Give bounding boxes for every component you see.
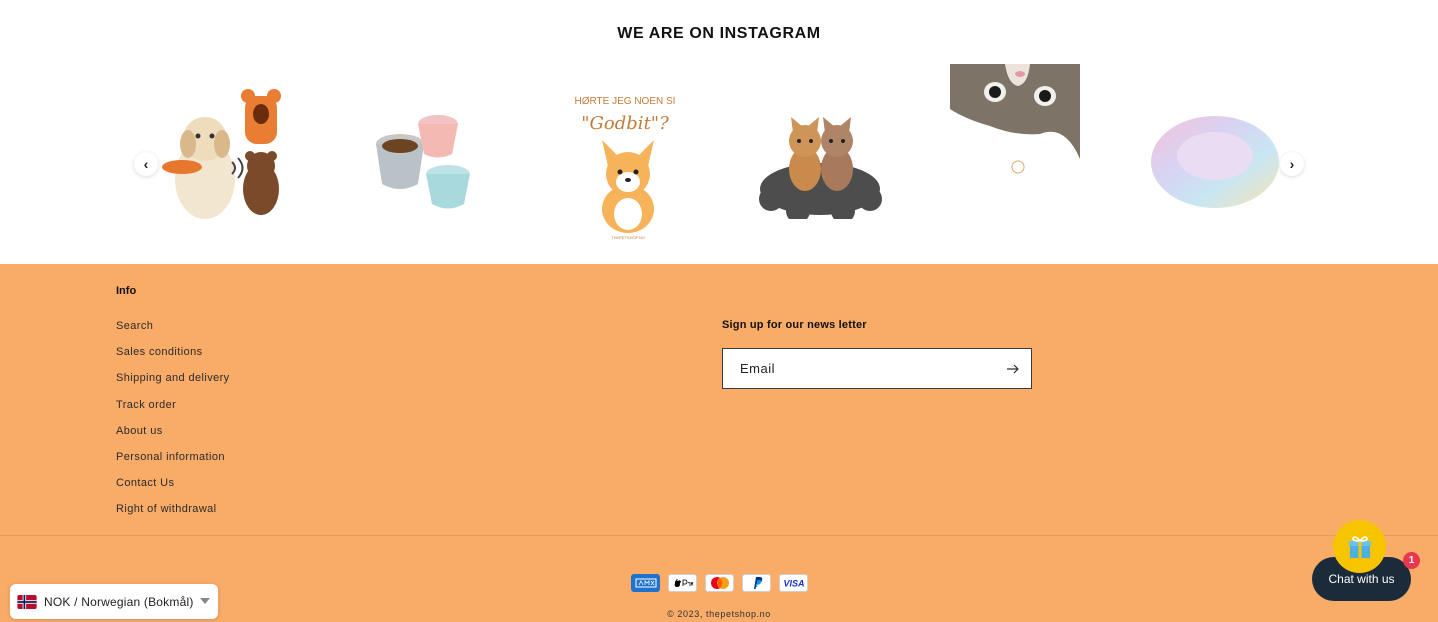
instagram-section: WE ARE ON INSTAGRAM ‹ › HØRTE JEG NOEN S…: [0, 0, 1438, 264]
chevron-down-icon: [200, 598, 210, 604]
chat-notification-badge: 1: [1403, 552, 1420, 569]
list-item: Sales conditions: [116, 346, 230, 372]
visa-icon: VISA: [779, 574, 808, 592]
paypal-icon: [742, 574, 771, 592]
currency-label: NOK / Norwegian (Bokmål): [44, 594, 194, 609]
payment-methods: VISA: [631, 574, 808, 592]
footer-link-right-of-withdrawal[interactable]: Right of withdrawal: [116, 503, 217, 515]
site-footer: Info Search Sales conditions Shipping an…: [0, 264, 1438, 622]
footer-link-shipping-delivery[interactable]: Shipping and delivery: [116, 372, 230, 384]
godbit-credit-text: THEPETSHOP.NO: [611, 235, 645, 240]
list-item: Shipping and delivery: [116, 372, 230, 398]
list-item: Personal information: [116, 451, 230, 477]
gift-icon[interactable]: [1333, 520, 1386, 573]
godbit-text-line2: "Godbit"?: [581, 113, 669, 134]
info-links-list: Search Sales conditions Shipping and del…: [116, 320, 230, 530]
chat-label: Chat with us: [1328, 572, 1395, 586]
kittens-on-paw-mat-image[interactable]: [750, 64, 890, 254]
footer-link-search[interactable]: Search: [116, 320, 153, 332]
footer-link-personal-information[interactable]: Personal information: [116, 451, 225, 463]
godbit-text-line1: HØRTE JEG NOEN SI: [575, 96, 676, 107]
list-item: Track order: [116, 399, 230, 425]
list-item: About us: [116, 425, 230, 451]
list-item: Right of withdrawal: [116, 503, 230, 529]
email-field[interactable]: [723, 349, 993, 388]
godbit-puppy-image[interactable]: HØRTE JEG NOEN SI "Godbit"? THEPETSHOP.N…: [555, 64, 695, 254]
amex-icon: [631, 574, 660, 592]
newsletter-form: [722, 348, 1032, 389]
instagram-carousel: HØRTE JEG NOEN SI "Godbit"? THEPETSHOP.N…: [145, 64, 1295, 254]
footer-link-sales-conditions[interactable]: Sales conditions: [116, 346, 203, 358]
svg-text:VISA: VISA: [783, 579, 804, 589]
cat-peeking-image[interactable]: [945, 64, 1085, 254]
norway-flag-icon: [17, 594, 37, 609]
footer-link-track-order[interactable]: Track order: [116, 399, 176, 411]
fluffy-pet-bed-image[interactable]: [1145, 64, 1285, 254]
arrow-right-icon[interactable]: [1005, 361, 1021, 377]
footer-divider: [0, 535, 1438, 536]
list-item: Contact Us: [116, 477, 230, 503]
dog-with-plush-toys-image[interactable]: [155, 64, 295, 254]
footer-link-about-us[interactable]: About us: [116, 425, 163, 437]
pet-food-bowls-image[interactable]: [355, 64, 495, 254]
info-heading: Info: [116, 285, 137, 297]
instagram-title: WE ARE ON INSTAGRAM: [617, 25, 821, 42]
currency-selector[interactable]: NOK / Norwegian (Bokmål): [10, 584, 218, 619]
list-item: Search: [116, 320, 230, 346]
newsletter-heading: Sign up for our news letter: [722, 319, 867, 331]
apple-pay-icon: [668, 574, 697, 592]
footer-link-contact-us[interactable]: Contact Us: [116, 477, 174, 489]
mastercard-icon: [705, 574, 734, 592]
